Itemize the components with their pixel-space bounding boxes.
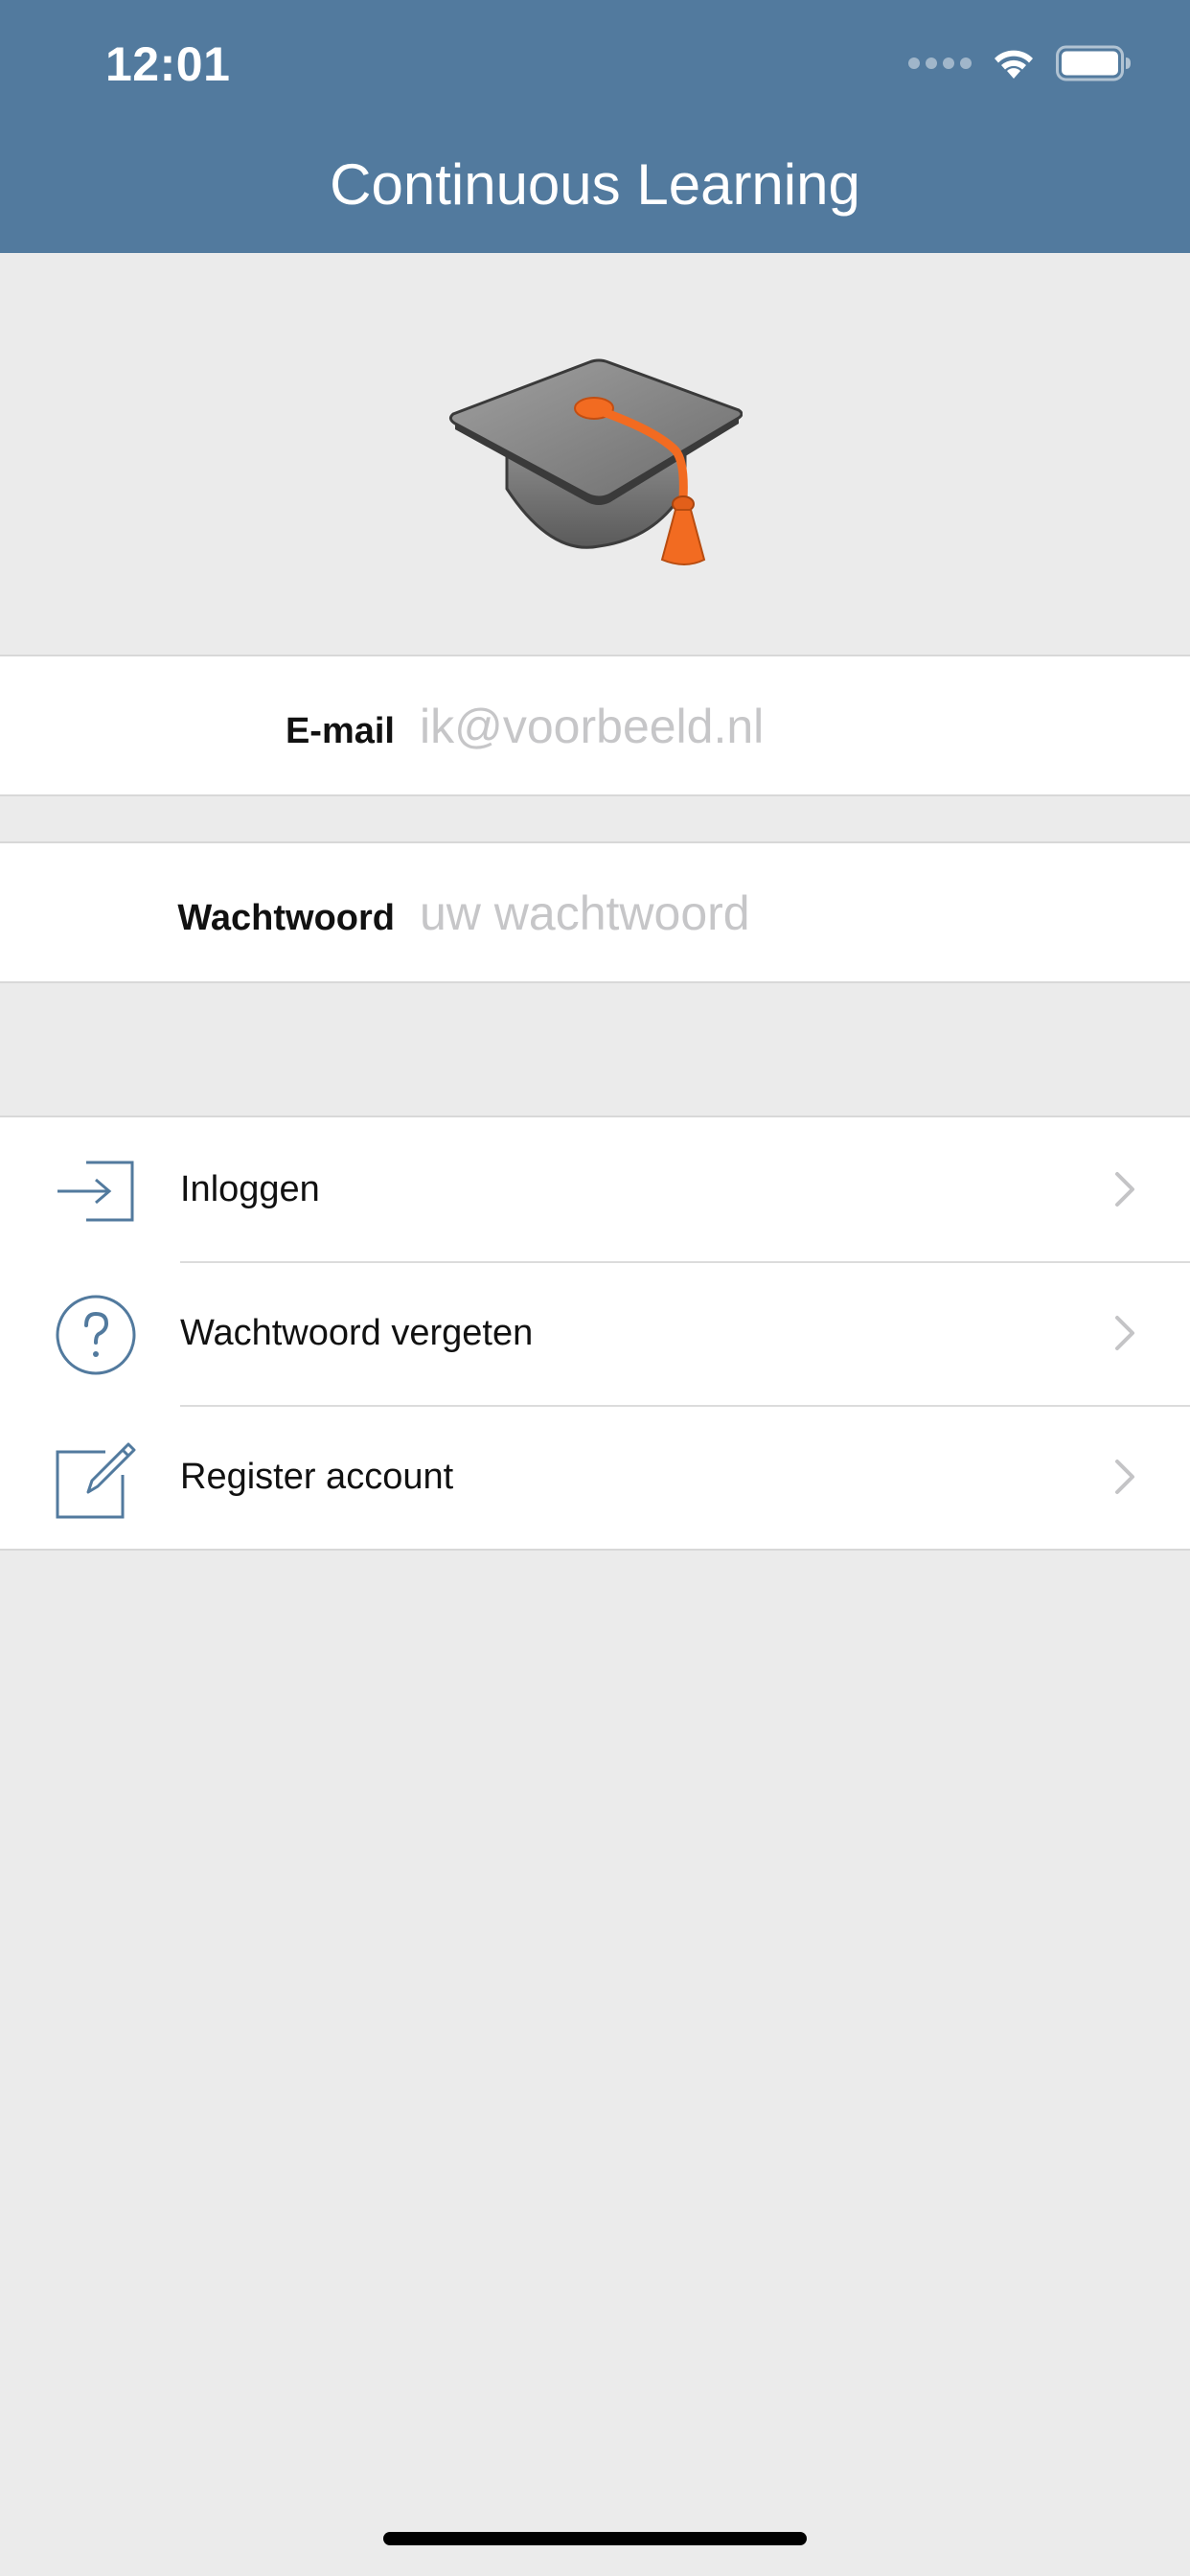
page-title: Continuous Learning xyxy=(330,152,860,217)
question-circle-icon xyxy=(56,1295,136,1375)
email-label: E-mail xyxy=(285,711,395,751)
forgot-password-label: Wachtwoord vergeten xyxy=(180,1313,534,1353)
sign-in-icon xyxy=(57,1161,134,1222)
login-label: Inloggen xyxy=(180,1169,320,1209)
home-indicator xyxy=(383,2532,807,2545)
battery-icon xyxy=(1056,45,1131,81)
edit-icon xyxy=(56,1442,136,1519)
login-button[interactable]: Inloggen xyxy=(0,1117,1190,1261)
navigation-header: 12:01 Continuous Learning xyxy=(0,0,1190,253)
password-label: Wachtwoord xyxy=(177,898,395,938)
password-input[interactable] xyxy=(420,880,1148,947)
forgot-password-button[interactable]: Wachtwoord vergeten xyxy=(0,1261,1190,1405)
login-screen: 12:01 Continuous Learning E-mail ik@voor… xyxy=(0,0,1190,2576)
cellular-signal-icon xyxy=(908,58,972,69)
email-input[interactable] xyxy=(420,693,1148,760)
graduation-cap-icon xyxy=(448,358,743,565)
chevron-right-icon xyxy=(1115,1316,1134,1350)
register-account-label: Register account xyxy=(180,1457,454,1497)
email-row: E-mail xyxy=(0,655,1190,796)
chevron-right-icon xyxy=(1115,1172,1134,1207)
wifi-icon xyxy=(995,50,1033,79)
chevron-right-icon xyxy=(1115,1460,1134,1494)
status-time: 12:01 xyxy=(105,37,231,91)
password-row: Wachtwoord xyxy=(0,841,1190,983)
status-icons xyxy=(908,44,1133,82)
register-account-button[interactable]: Register account xyxy=(0,1405,1190,1549)
action-list: Inloggen Wachtwoord vergeten Register ac… xyxy=(0,1116,1190,1551)
